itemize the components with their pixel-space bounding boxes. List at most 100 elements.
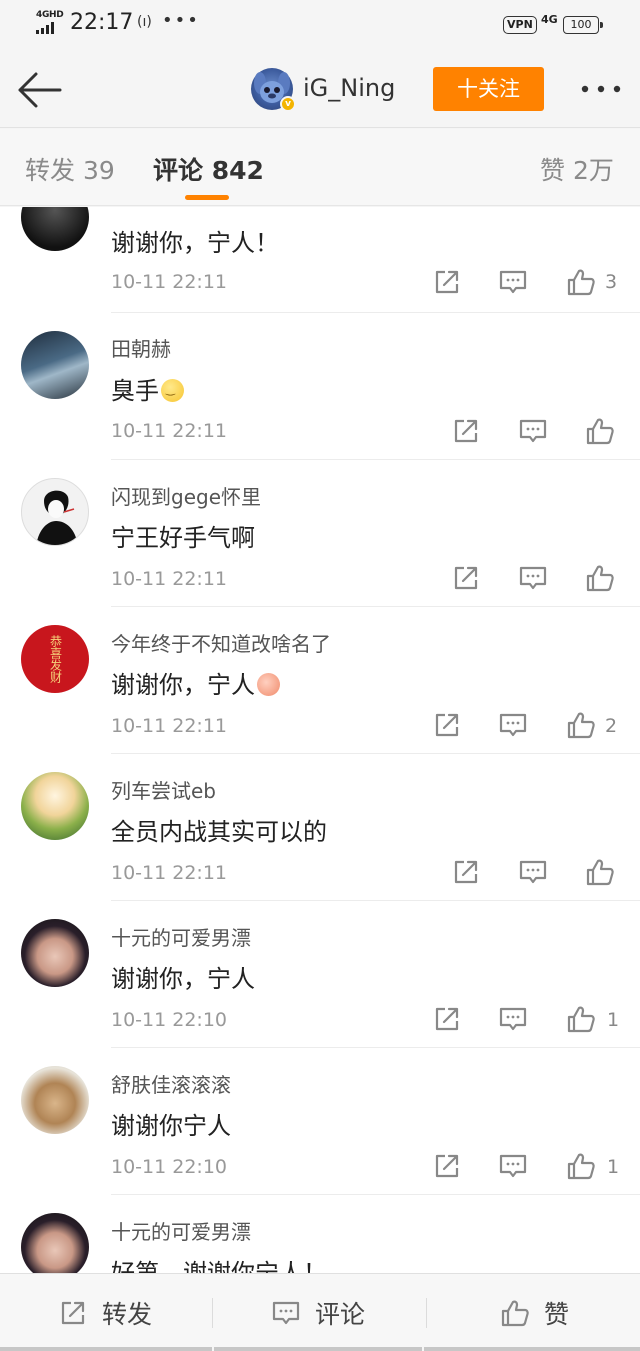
nfc-icon: (ı) (137, 14, 152, 30)
avatar[interactable] (21, 331, 89, 399)
comment-item: 恭喜发财 今年终于不知道改啥名了 谢谢你，宁人 10-11 22:11 2 (0, 607, 640, 754)
like-count: 2 (605, 715, 618, 737)
laugh-emoji-icon (257, 673, 280, 696)
repost-icon[interactable] (432, 1004, 462, 1034)
network-type: 4G (541, 13, 558, 26)
avatar[interactable] (21, 1213, 89, 1273)
bottom-indicator (0, 1347, 640, 1351)
comment-author[interactable]: 十元的可爱男漂 (111, 1216, 251, 1245)
verified-badge-icon: v (280, 96, 296, 112)
more-dots-icon (581, 85, 621, 93)
avatar[interactable]: v (251, 68, 296, 112)
tab-indicator (185, 195, 229, 200)
profile-name[interactable]: iG_Ning (303, 74, 395, 102)
avatar-text: 恭喜发财 (48, 635, 63, 683)
comment-author[interactable]: 田朝赫 (111, 333, 171, 362)
like-icon[interactable] (566, 1151, 596, 1181)
repost-icon (58, 1298, 88, 1328)
notification-dots-icon: ••• (162, 10, 200, 31)
comment-button[interactable]: 评论 (271, 1274, 365, 1351)
comment-item: 闪现到gege怀里 宁王好手气啊 10-11 22:11 (0, 460, 640, 607)
reply-icon[interactable] (498, 267, 528, 297)
follow-button[interactable]: 十关注 (433, 67, 544, 111)
reply-icon[interactable] (498, 1004, 528, 1034)
comment-text: 谢谢你宁人 (111, 1112, 231, 1140)
like-count: 1 (607, 1009, 620, 1031)
comment-text: 全员内战其实可以的 (111, 818, 327, 846)
comment-author[interactable]: 舒肤佳滚滚滚 (111, 1069, 231, 1098)
more-button[interactable] (578, 74, 624, 104)
smile-emoji-icon (161, 379, 184, 402)
comment-list[interactable]: 谢谢你，宁人！ 10-11 22:11 3 田朝赫 臭手 10-11 22:11… (0, 207, 640, 1273)
comment-text: 谢谢你，宁人 (111, 965, 255, 993)
comment-author[interactable]: 闪现到gege怀里 (111, 481, 261, 510)
avatar[interactable] (21, 772, 89, 840)
comment-item: 十元的可爱男漂 好第，谢谢你宁人！ (0, 1195, 640, 1273)
comment-item: 田朝赫 臭手 10-11 22:11 (0, 313, 640, 460)
avatar[interactable] (21, 207, 89, 251)
repost-label: 转发 (102, 1300, 153, 1329)
comment-author[interactable]: 今年终于不知道改啥名了 (111, 628, 331, 657)
divider (212, 1298, 213, 1328)
comment-item: 舒肤佳滚滚滚 谢谢你宁人 10-11 22:10 1 (0, 1048, 640, 1195)
like-icon[interactable] (566, 267, 596, 297)
comment-time: 10-11 22:11 (111, 862, 228, 884)
repost-icon[interactable] (432, 1151, 462, 1181)
repost-icon[interactable] (451, 416, 481, 446)
like-icon[interactable] (566, 1004, 596, 1034)
signal-bars-icon (36, 22, 54, 34)
reply-icon[interactable] (498, 1151, 528, 1181)
reply-icon[interactable] (518, 563, 548, 593)
tab-repost[interactable]: 转发 39 (25, 151, 115, 187)
avatar[interactable] (21, 478, 89, 546)
comment-item: 十元的可爱男漂 谢谢你，宁人 10-11 22:10 1 (0, 901, 640, 1048)
tab-bar: 转发 39 评论 842 赞 2万 (0, 129, 640, 206)
comment-text: 谢谢你，宁人 (111, 665, 280, 700)
like-icon[interactable] (566, 710, 596, 740)
battery-icon: 100 (563, 16, 603, 34)
comment-item: 谢谢你，宁人！ 10-11 22:11 3 (0, 207, 640, 318)
like-icon[interactable] (585, 857, 615, 887)
like-icon[interactable] (585, 563, 615, 593)
comment-label: 评论 (315, 1300, 366, 1329)
comment-time: 10-11 22:11 (111, 271, 228, 293)
network-label: 4GHD (36, 10, 64, 20)
repost-icon[interactable] (432, 267, 462, 297)
reply-icon[interactable] (498, 710, 528, 740)
comment-text: 宁王好手气啊 (111, 524, 255, 552)
comment-author[interactable]: 列车尝试eb (111, 775, 216, 804)
comment-time: 10-11 22:11 (111, 420, 228, 442)
bottom-action-bar: 转发 评论 赞 (0, 1273, 640, 1351)
reply-icon[interactable] (518, 857, 548, 887)
like-count: 1 (607, 1156, 620, 1178)
like-icon[interactable] (585, 416, 615, 446)
divider (426, 1298, 427, 1328)
tab-comments[interactable]: 评论 842 (153, 151, 264, 187)
like-label: 赞 (544, 1300, 570, 1329)
repost-icon[interactable] (432, 710, 462, 740)
repost-icon[interactable] (451, 857, 481, 887)
nav-bar: v iG_Ning 十关注 (0, 52, 640, 128)
repost-icon[interactable] (451, 563, 481, 593)
like-count: 3 (605, 271, 618, 293)
comment-time: 10-11 22:11 (111, 568, 228, 590)
comment-author[interactable]: 十元的可爱男漂 (111, 922, 251, 951)
comment-time: 10-11 22:10 (111, 1156, 228, 1178)
avatar[interactable] (21, 1066, 89, 1134)
sketch-avatar-icon (36, 490, 78, 545)
comment-text: 谢谢你，宁人！ (111, 229, 279, 257)
vpn-badge: VPN (503, 16, 537, 34)
tab-likes[interactable]: 赞 2万 (540, 151, 614, 187)
arrow-left-icon (18, 72, 62, 108)
reply-icon[interactable] (518, 416, 548, 446)
comment-icon (271, 1298, 301, 1328)
clock: 22:17 (70, 10, 134, 35)
like-icon (500, 1298, 530, 1328)
avatar[interactable]: 恭喜发财 (21, 625, 89, 693)
comment-text: 臭手 (111, 371, 184, 406)
avatar[interactable] (21, 919, 89, 987)
repost-button[interactable]: 转发 (58, 1274, 152, 1351)
back-button[interactable] (16, 70, 62, 110)
like-button[interactable]: 赞 (500, 1274, 569, 1351)
status-bar: 4GHD 22:17 (ı) ••• VPN 4G 100 (0, 0, 640, 52)
